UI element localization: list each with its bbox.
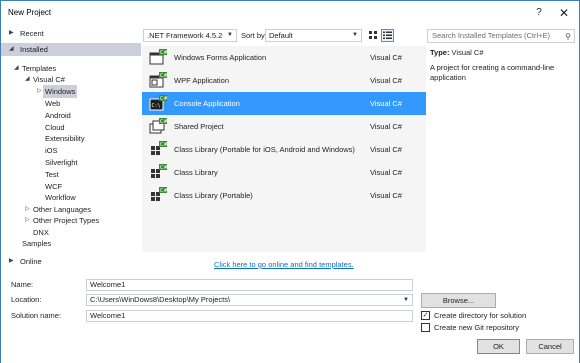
svg-text:C#: C# xyxy=(160,73,167,79)
dialog-title: New Project xyxy=(8,8,52,17)
template-name: Class Library xyxy=(174,168,218,177)
nav-online-label: Online xyxy=(20,257,42,266)
online-templates-link[interactable]: Click here to go online and find templat… xyxy=(214,260,354,269)
winforms-icon: C# xyxy=(149,49,167,65)
sort-dropdown[interactable]: Default ▼ xyxy=(265,29,362,42)
template-info-pane: Type: Visual C# A project for creating a… xyxy=(430,48,575,83)
template-item-class-library-portable-xplat[interactable]: C# Class Library (Portable for iOS, Andr… xyxy=(142,138,426,161)
create-git-checkbox[interactable] xyxy=(421,323,430,332)
chevron-down-icon[interactable]: ▼ xyxy=(403,295,409,305)
template-item-wpf[interactable]: C# WPF Application Visual C# xyxy=(142,69,426,92)
location-field[interactable]: C:\Users\WinDows8\Desktop\My Projects\ ▼ xyxy=(86,294,413,306)
template-tree: ▶ Recent ◢ Installed ◢ Templates ◢ Visua… xyxy=(1,25,141,270)
search-placeholder: Search Installed Templates (Ctrl+E) xyxy=(432,31,551,40)
template-language: Visual C# xyxy=(370,99,402,108)
type-row: Type: Visual C# xyxy=(430,48,575,57)
title-bar: New Project ? ✕ xyxy=(1,1,579,25)
template-description: A project for creating a command-line ap… xyxy=(430,63,555,82)
template-item-shared-project[interactable]: C# Shared Project Visual C# xyxy=(142,115,426,138)
help-button[interactable]: ? xyxy=(531,5,547,21)
small-icons-view-button[interactable] xyxy=(367,29,380,42)
template-language: Visual C# xyxy=(370,145,402,154)
template-item-class-library[interactable]: C# Class Library Visual C# xyxy=(142,161,426,184)
nav-installed[interactable]: ◢ Installed xyxy=(1,43,141,56)
svg-text:C#: C# xyxy=(160,165,167,171)
list-view-button[interactable] xyxy=(381,29,394,42)
chevron-down-icon: ▼ xyxy=(227,32,233,38)
solution-name-value: Welcome1 xyxy=(90,311,126,320)
chevron-down-icon: ▼ xyxy=(352,32,358,38)
expand-arrow-icon[interactable]: ▶ xyxy=(9,255,14,268)
template-item-console[interactable]: C:\ C# Console Application Visual C# xyxy=(142,92,426,115)
template-name: Windows Forms Application xyxy=(174,53,267,62)
template-name: Class Library (Portable) xyxy=(174,191,253,200)
svg-text:C#: C# xyxy=(160,50,167,56)
close-button[interactable]: ✕ xyxy=(556,5,572,21)
browse-button[interactable]: Browse... xyxy=(421,293,496,308)
framework-dropdown[interactable]: .NET Framework 4.5.2 ▼ xyxy=(143,29,237,42)
class-library-icon: C# xyxy=(151,164,167,178)
project-settings-form: Name: Welcome1 Location: C:\Users\WinDow… xyxy=(1,273,579,363)
type-value: Visual C# xyxy=(451,48,484,57)
nav-installed-label: Installed xyxy=(20,45,48,54)
template-language: Visual C# xyxy=(370,122,402,131)
project-name-field[interactable]: Welcome1 xyxy=(86,279,413,291)
template-name: Shared Project xyxy=(174,122,224,131)
nav-samples-label: Samples xyxy=(22,239,52,248)
sort-value: Default xyxy=(269,31,293,40)
ok-button[interactable]: OK xyxy=(477,339,520,354)
class-library-icon: C# xyxy=(151,141,167,155)
type-label: Type: xyxy=(430,48,450,57)
create-directory-checkbox[interactable]: ✓ xyxy=(421,311,430,320)
location-value: C:\Users\WinDows8\Desktop\My Projects\ xyxy=(90,295,231,304)
grid-view-icon xyxy=(369,31,377,39)
framework-value: .NET Framework 4.5.2 xyxy=(147,31,223,40)
expand-arrow-icon[interactable]: ▶ xyxy=(9,27,14,40)
list-view-icon xyxy=(383,31,392,39)
svg-text:C:\: C:\ xyxy=(152,103,161,109)
template-list: C# Windows Forms Application Visual C# C… xyxy=(142,46,426,252)
solution-name-field[interactable]: Welcome1 xyxy=(86,310,413,322)
location-label: Location: xyxy=(11,295,42,304)
solution-name-label: Solution name: xyxy=(11,311,62,320)
svg-text:C#: C# xyxy=(160,119,167,125)
template-language: Visual C# xyxy=(370,76,402,85)
search-input[interactable]: Search Installed Templates (Ctrl+E) ⚲ xyxy=(427,29,575,43)
nav-samples[interactable]: Samples xyxy=(1,237,141,250)
template-language: Visual C# xyxy=(370,191,402,200)
new-project-dialog: New Project ? ✕ ▶ Recent ◢ Installed ◢ T… xyxy=(0,0,580,363)
nav-online[interactable]: ▶ Online xyxy=(1,255,141,268)
console-icon: C:\ C# xyxy=(149,95,167,111)
template-language: Visual C# xyxy=(370,168,402,177)
create-git-label: Create new Git repository xyxy=(434,323,520,332)
template-item-class-library-portable[interactable]: C# Class Library (Portable) Visual C# xyxy=(142,184,426,207)
search-icon[interactable]: ⚲ xyxy=(565,31,571,43)
template-language: Visual C# xyxy=(370,53,402,62)
name-label: Name: xyxy=(11,280,34,289)
collapse-arrow-icon[interactable]: ◢ xyxy=(9,43,14,56)
template-name: WPF Application xyxy=(174,76,230,85)
nav-recent[interactable]: ▶ Recent xyxy=(1,27,141,40)
svg-text:C#: C# xyxy=(160,142,167,148)
svg-text:C#: C# xyxy=(160,188,167,194)
svg-text:C#: C# xyxy=(160,96,167,102)
nav-recent-label: Recent xyxy=(20,29,44,38)
cancel-button[interactable]: Cancel xyxy=(526,339,574,354)
shared-project-icon: C# xyxy=(149,118,167,134)
template-name: Console Application xyxy=(174,99,240,108)
create-directory-label: Create directory for solution xyxy=(434,311,527,320)
sort-label: Sort by: xyxy=(241,31,267,40)
class-library-icon: C# xyxy=(151,187,167,201)
template-name: Class Library (Portable for iOS, Android… xyxy=(174,145,355,154)
template-item-windows-forms[interactable]: C# Windows Forms Application Visual C# xyxy=(142,46,426,69)
wpf-icon: C# xyxy=(149,72,167,88)
project-name-value: Welcome1 xyxy=(90,280,126,289)
